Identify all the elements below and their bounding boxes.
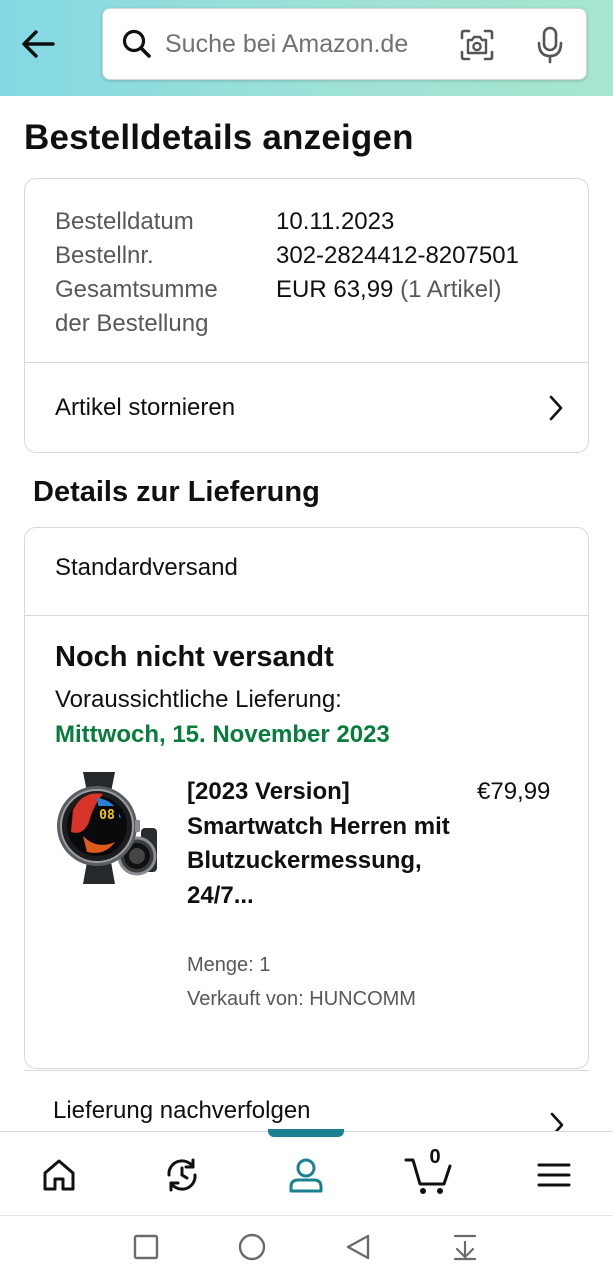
order-number-label: Bestellnr. [55,242,154,269]
product-image[interactable]: 08 [53,770,165,888]
product-title[interactable]: [2023 Version] Smartwatch Herren mit Blu… [187,775,455,913]
eta-date: Mittwoch, 15. November 2023 [55,721,390,748]
account-icon [289,1158,323,1193]
recents-square-icon [133,1234,159,1260]
search-icon[interactable] [109,8,165,80]
recents-button[interactable] [126,1230,166,1264]
eta-label: Voraussichtliche Lieferung: [55,686,342,713]
home-system-button[interactable] [232,1230,272,1264]
nav-account-button[interactable] [281,1150,331,1200]
order-summary-card: Bestelldatum 10.11.2023 Bestellnr. 302-2… [24,178,589,453]
history-icon [167,1158,197,1192]
active-tab-indicator [268,1129,344,1137]
chevron-right-icon [546,394,566,422]
back-triangle-icon [346,1234,370,1260]
nav-home-button[interactable] [34,1150,84,1200]
search-bar[interactable] [102,8,587,80]
nav-menu-button[interactable] [529,1150,579,1200]
order-date-row: Bestelldatum 10.11.2023 [55,205,575,239]
order-info: Bestelldatum 10.11.2023 Bestellnr. 302-2… [55,205,575,341]
delivery-section-title: Details zur Lieferung [33,476,320,508]
menu-icon [537,1163,571,1187]
cancel-items-row[interactable]: Artikel stornieren [25,363,588,453]
microphone-icon[interactable] [530,25,570,65]
divider [25,615,588,616]
shipping-method: Standardversand [55,554,238,581]
bottom-navigation: 0 [0,1129,613,1215]
home-icon [43,1159,75,1191]
product-price: €79,99 [477,778,551,805]
track-delivery-label: Lieferung nachverfolgen [53,1097,311,1124]
home-circle-icon [238,1233,266,1261]
top-header [0,0,613,96]
order-total-amount: EUR 63,99 [276,276,394,303]
order-number-value: 302-2824412-8207501 [276,242,519,269]
order-date-label: Bestelldatum [55,208,194,235]
cancel-items-label: Artikel stornieren [55,394,236,421]
camera-icon[interactable] [457,27,497,63]
order-total-label-line1: Gesamtsumme [55,276,218,303]
arrow-left-icon [22,30,55,58]
order-number-row: Bestellnr. 302-2824412-8207501 [55,239,575,273]
order-total-items: (1 Artikel) [400,276,502,303]
order-total-value: EUR 63,99 (1 Artikel) [276,273,501,341]
track-delivery-row[interactable]: Lieferung nachverfolgen [24,1070,589,1138]
notification-pull-button[interactable] [445,1230,485,1264]
order-date-value: 10.11.2023 [276,208,395,235]
search-input[interactable] [165,24,447,64]
notification-pull-icon [453,1234,477,1261]
shipment-status: Noch nicht versandt [55,641,334,673]
order-total-row: Gesamtsumme der Bestellung EUR 63,99 (1 … [55,273,575,341]
page-title: Bestelldetails anzeigen [24,118,414,157]
order-total-label: Gesamtsumme der Bestellung [55,273,276,341]
delivery-card: Standardversand Noch nicht versandt Vora… [24,527,589,1069]
back-system-button[interactable] [338,1230,378,1264]
product-seller: Verkauft von: HUNCOMM [187,988,416,1010]
watch-display-text: 08 [99,808,115,823]
system-navigation [0,1215,613,1280]
cart-count: 0 [429,1146,441,1168]
nav-cart-button[interactable]: 0 [403,1146,455,1200]
back-button[interactable] [14,24,62,64]
order-total-label-line2: der Bestellung [55,310,209,337]
product-quantity: Menge: 1 [187,954,271,976]
nav-history-button[interactable] [157,1150,207,1200]
